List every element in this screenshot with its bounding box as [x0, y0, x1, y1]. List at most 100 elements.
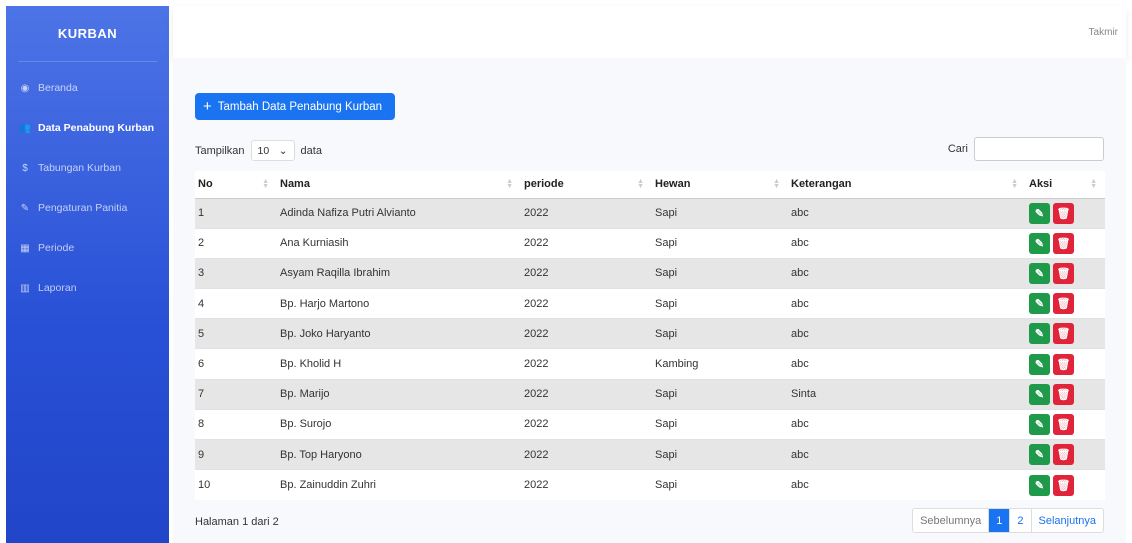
dashboard-icon: ◉ [20, 82, 30, 94]
sidebar-item-pengaturan[interactable]: ✎ Pengaturan Panitia [6, 188, 169, 228]
actions-cell: ✎ 🗑 [1026, 288, 1105, 319]
sidebar: KURBAN ◉ Beranda 👥 Data Penabung Kurban $ T… [6, 6, 169, 543]
sidebar-item-tabungan[interactable]: $ Tabungan Kurban [6, 148, 169, 188]
table-cell: abc [788, 469, 1026, 500]
page-length-control: Tampilkan 10 ⌄ data [195, 140, 322, 161]
delete-icon[interactable]: 🗑 [1053, 353, 1074, 375]
edit-icon[interactable]: ✎ [1029, 444, 1050, 466]
next-page-button[interactable]: Selanjutnya [1032, 509, 1104, 532]
table-cell: 2022 [521, 469, 652, 500]
actions-cell: ✎ 🗑 [1026, 348, 1105, 380]
edit-icon[interactable]: ✎ [1029, 262, 1050, 284]
table-cell: abc [788, 318, 1026, 349]
table-row: 10 Bp. Zainuddin Zuhri 2022 Sapi abc ✎ 🗑 [195, 469, 1105, 500]
sidebar-item-periode[interactable]: ▦ Periode [6, 228, 169, 268]
table-cell: 2022 [521, 438, 652, 470]
edit-icon[interactable]: ✎ [1029, 202, 1050, 224]
edit-icon[interactable]: ✎ [1029, 474, 1050, 496]
sidebar-item-label: Laporan [38, 282, 77, 294]
table-cell: Bp. Zainuddin Zuhri [277, 469, 521, 500]
column-header-no[interactable]: No ▲ ▼ [195, 171, 277, 199]
table-cell: Asyam Raqilla Ibrahim [277, 257, 521, 289]
sidebar-item-beranda[interactable]: ◉ Beranda [6, 68, 169, 108]
dollar-icon: $ [22, 162, 28, 174]
delete-icon[interactable]: 🗑 [1053, 474, 1074, 496]
delete-icon[interactable]: 🗑 [1053, 232, 1074, 254]
length-prefix: Tampilkan [195, 144, 245, 157]
table-cell: 2022 [521, 378, 652, 410]
table-cell: Bp. Joko Haryanto [277, 318, 521, 349]
sort-icon: ▲ ▼ [773, 178, 780, 190]
column-header-nama[interactable]: Nama ▲ ▼ [277, 171, 521, 199]
add-button-label: Tambah Data Penabung Kurban [217, 100, 383, 113]
column-label: No [198, 178, 213, 191]
table-cell: Sapi [652, 257, 788, 289]
table-cell: 2022 [521, 348, 652, 380]
chevron-down-icon: ⌄ [278, 144, 288, 157]
table-cell: abc [788, 408, 1026, 440]
table-row: 6 Bp. Kholid H 2022 Kambing abc ✎ 🗑 [195, 348, 1105, 380]
table-cell: abc [788, 288, 1026, 319]
sidebar-menu: ◉ Beranda 👥 Data Penabung Kurban $ Tabungan… [6, 68, 169, 308]
actions-cell: ✎ 🗑 [1026, 197, 1105, 229]
column-header-aksi[interactable]: Aksi ▲ ▼ [1026, 171, 1105, 199]
table-cell: Sapi [652, 469, 788, 500]
add-penabung-button[interactable]: + Tambah Data Penabung Kurban [195, 93, 395, 120]
delete-icon[interactable]: 🗑 [1053, 383, 1074, 405]
delete-icon[interactable]: 🗑 [1053, 202, 1074, 224]
table-cell: 2022 [521, 197, 652, 229]
plus-icon: + [203, 98, 212, 115]
table-cell: 2022 [521, 318, 652, 349]
table-cell: Ana Kurniasih [277, 227, 521, 259]
column-header-keterangan[interactable]: Keterangan ▲ ▼ [788, 171, 1026, 199]
sidebar-item-data-penabung[interactable]: 👥 Data Penabung Kurban [6, 108, 169, 148]
delete-icon[interactable]: 🗑 [1053, 413, 1074, 435]
edit-icon[interactable]: ✎ [1029, 383, 1050, 405]
user-menu[interactable]: Takmir [1089, 27, 1118, 38]
table-cell: Sapi [652, 378, 788, 410]
table-cell: Bp. Kholid H [277, 348, 521, 380]
edit-icon[interactable]: ✎ [1029, 353, 1050, 375]
sort-icon: ▲ ▼ [262, 178, 269, 190]
delete-icon[interactable]: 🗑 [1053, 293, 1074, 315]
search-label: Cari [947, 143, 968, 155]
table-cell: abc [788, 197, 1026, 229]
table-cell: 2022 [521, 408, 652, 440]
page-button-2[interactable]: 2 [1010, 509, 1032, 532]
delete-icon[interactable]: 🗑 [1053, 323, 1074, 345]
sidebar-item-laporan[interactable]: ▥ Laporan [6, 268, 169, 308]
column-header-periode[interactable]: periode ▲ ▼ [521, 171, 652, 199]
brand-logo[interactable]: KURBAN [18, 6, 157, 62]
edit-icon[interactable]: ✎ [1029, 323, 1050, 345]
column-header-hewan[interactable]: Hewan ▲ ▼ [652, 171, 788, 199]
prev-page-button[interactable]: Sebelumnya [913, 509, 990, 532]
table-cell: 8 [195, 408, 277, 440]
sort-icon: ▲ ▼ [1090, 178, 1097, 190]
page-length-value: 10 [257, 144, 270, 157]
table-row: 4 Bp. Harjo Martono 2022 Sapi abc ✎ 🗑 [195, 288, 1105, 319]
page-length-select[interactable]: 10 ⌄ [250, 140, 295, 161]
delete-icon[interactable]: 🗑 [1053, 444, 1074, 466]
calendar-icon: ▦ [20, 242, 30, 254]
column-label: periode [524, 178, 564, 191]
column-label: Aksi [1029, 178, 1053, 191]
edit-icon[interactable]: ✎ [1029, 293, 1050, 315]
actions-cell: ✎ 🗑 [1026, 318, 1105, 349]
column-label: Keterangan [791, 178, 852, 191]
sort-icon: ▲ ▼ [506, 178, 513, 190]
page-button-1[interactable]: 1 [989, 509, 1011, 532]
column-label: Hewan [655, 178, 691, 191]
actions-cell: ✎ 🗑 [1026, 438, 1105, 470]
sidebar-item-label: Tabungan Kurban [38, 162, 121, 174]
sidebar-item-label: Pengaturan Panitia [38, 202, 128, 214]
edit-icon[interactable]: ✎ [1029, 413, 1050, 435]
table-cell: abc [788, 438, 1026, 470]
delete-icon[interactable]: 🗑 [1053, 262, 1074, 284]
table-row: 9 Bp. Top Haryono 2022 Sapi abc ✎ 🗑 [195, 438, 1105, 470]
report-icon: ▥ [20, 282, 30, 294]
edit-icon[interactable]: ✎ [1029, 232, 1050, 254]
actions-cell: ✎ 🗑 [1026, 469, 1105, 500]
table-cell: 2022 [521, 288, 652, 319]
actions-cell: ✎ 🗑 [1026, 378, 1105, 410]
search-input[interactable] [974, 137, 1104, 161]
